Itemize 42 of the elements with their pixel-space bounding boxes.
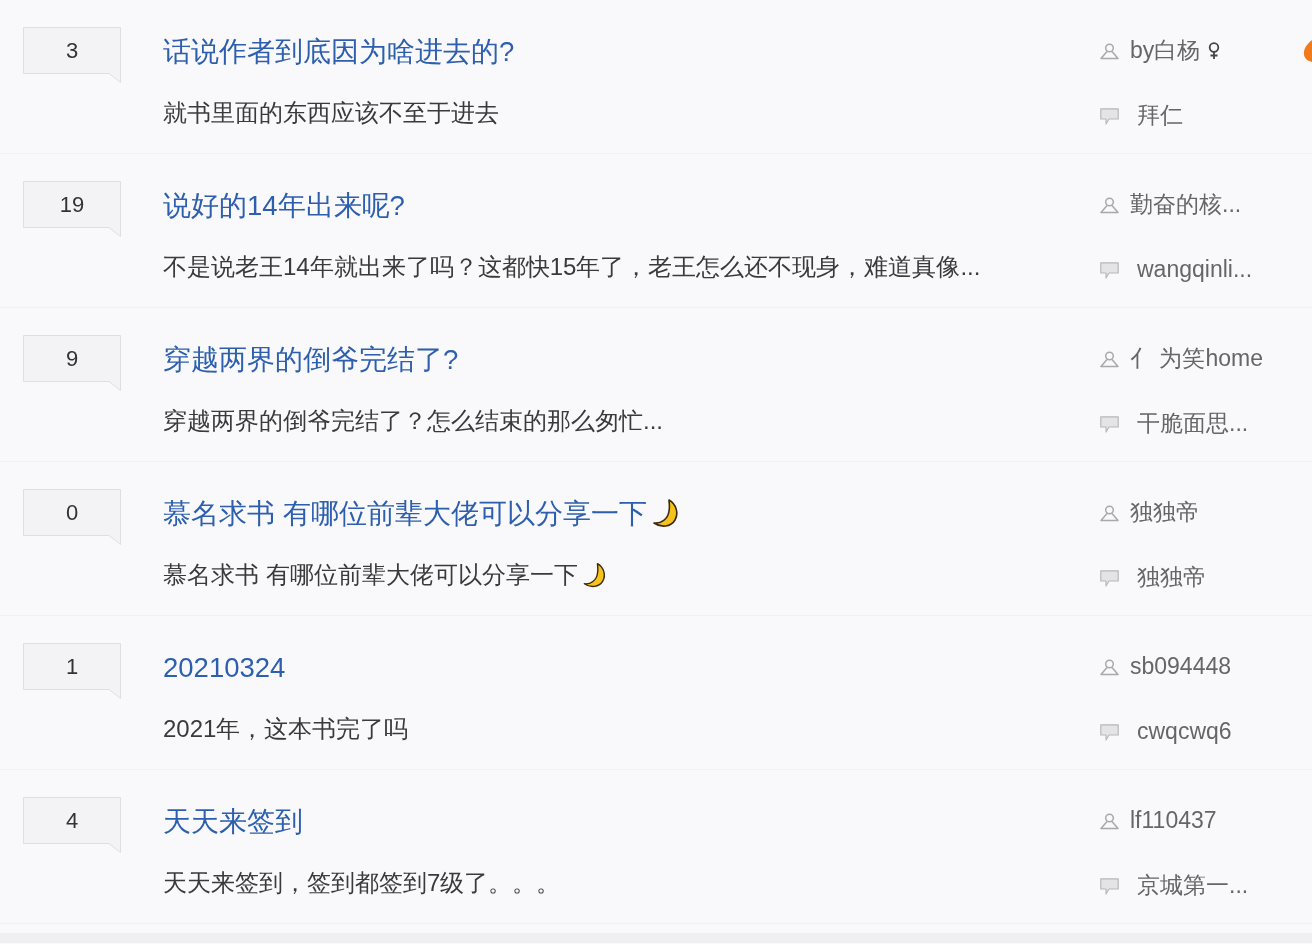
- author-link[interactable]: 亻 为笑home: [1130, 345, 1263, 373]
- reply-count: 9: [23, 335, 121, 391]
- author-link[interactable]: sb094448: [1130, 653, 1232, 681]
- thread-title-link[interactable]: 天天来签到: [163, 804, 303, 838]
- author-link[interactable]: 独独帝: [1130, 499, 1199, 527]
- thread-excerpt: 穿越两界的倒爷完结了？怎么结束的那么匆忙...: [163, 406, 663, 436]
- last-reply-link[interactable]: 干脆面思...: [1137, 410, 1249, 438]
- author-link[interactable]: lf110437: [1130, 807, 1217, 835]
- reply-count: 0: [23, 489, 121, 545]
- author-link[interactable]: 勤奋的核...: [1130, 191, 1242, 219]
- last-reply-link[interactable]: 拜仁: [1137, 102, 1183, 130]
- person-icon: [1100, 504, 1119, 522]
- last-reply-link[interactable]: 京城第一...: [1137, 872, 1249, 900]
- person-icon: [1100, 658, 1119, 676]
- person-icon: [1100, 196, 1119, 214]
- comment-icon: [1100, 415, 1119, 433]
- thread-excerpt: 慕名求书 有哪位前辈大佬可以分享一下: [163, 560, 578, 590]
- thread-excerpt: 不是说老王14年就出来了吗？这都快15年了，老王怎么还不现身，难道真像...: [163, 252, 981, 282]
- thread-title-link[interactable]: 话说作者到底因为啥进去的?: [163, 34, 515, 68]
- thread-title-link[interactable]: 20210324: [163, 650, 286, 684]
- reply-count: 3: [23, 27, 121, 83]
- thread-title-link[interactable]: 慕名求书 有哪位前辈大佬可以分享一下: [163, 496, 647, 530]
- comment-icon: [1100, 261, 1119, 279]
- thread-excerpt: 天天来签到，签到都签到7级了。。。: [163, 868, 561, 898]
- last-reply-link[interactable]: 独独帝: [1137, 564, 1206, 592]
- person-icon: [1100, 812, 1119, 830]
- comment-icon: [1100, 877, 1119, 895]
- comment-icon: [1100, 107, 1119, 125]
- thread-excerpt: 2021年，这本书完了吗: [163, 714, 409, 744]
- author-link[interactable]: by白杨: [1130, 37, 1201, 65]
- reply-count: 1: [23, 643, 121, 699]
- comment-icon: [1100, 723, 1119, 741]
- thread-title-link[interactable]: 说好的14年出来呢?: [163, 188, 405, 222]
- reply-count: 19: [23, 181, 121, 237]
- person-icon: [1100, 350, 1119, 368]
- person-icon: [1100, 42, 1119, 60]
- thread-excerpt: 就书里面的东西应该不至于进去: [163, 98, 499, 128]
- last-reply-link[interactable]: cwqcwq6: [1137, 718, 1232, 746]
- thread-title-link[interactable]: 穿越两界的倒爷完结了?: [163, 342, 459, 376]
- comment-icon: [1100, 569, 1119, 587]
- last-reply-link[interactable]: wangqinli...: [1137, 256, 1253, 284]
- reply-count: 4: [23, 797, 121, 853]
